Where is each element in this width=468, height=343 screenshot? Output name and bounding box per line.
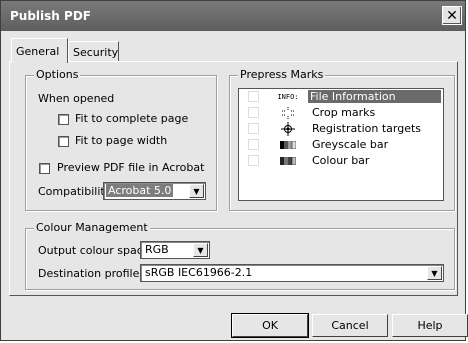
destination-profile-select[interactable]: sRGB IEC61966-2.1 ▼ [140, 264, 444, 282]
compatibility-value: Acrobat 5.0 [106, 184, 174, 197]
tab-general-label: General [16, 45, 60, 58]
registration-target-icon [275, 122, 301, 136]
output-colour-space-select[interactable]: RGB ▼ [140, 241, 210, 259]
compatibility-select[interactable]: Acrobat 5.0 ▼ [103, 182, 206, 200]
tab-security[interactable]: Security [68, 41, 119, 62]
destination-profile-label: Destination profile: [38, 267, 144, 280]
preview-pdf-checkbox[interactable] [39, 163, 50, 174]
tab-security-label: Security [73, 46, 119, 59]
title-bar[interactable]: Publish PDF ✕ [1, 1, 465, 31]
colour-bar-icon [275, 154, 301, 168]
help-label: Help [417, 319, 443, 332]
fit-page-width-checkbox[interactable] [58, 136, 69, 147]
destination-profile-value: sRGB IEC61966-2.1 [145, 266, 253, 279]
item-label: Greyscale bar [312, 138, 389, 151]
item-checkbox[interactable] [248, 91, 259, 102]
chevron-down-icon[interactable]: ▼ [193, 243, 208, 257]
tab-general[interactable]: General [11, 38, 68, 63]
list-item[interactable]: Greyscale bar [239, 137, 443, 153]
fit-complete-page-checkbox[interactable] [58, 114, 69, 125]
list-item[interactable]: INFO: File Information [239, 89, 443, 105]
cancel-label: Cancel [331, 319, 369, 332]
colour-legend: Colour Management [34, 221, 150, 234]
item-label: Colour bar [312, 154, 370, 167]
ok-label: OK [262, 319, 278, 332]
close-button[interactable]: ✕ [442, 6, 462, 25]
cancel-button[interactable]: Cancel [312, 314, 388, 337]
crop-marks-icon [275, 106, 301, 120]
item-label: File Information [308, 90, 441, 103]
item-checkbox[interactable] [248, 123, 259, 134]
chevron-down-icon[interactable]: ▼ [189, 184, 204, 198]
publish-pdf-dialog: Publish PDF ✕ General Security Options W… [0, 0, 468, 341]
item-checkbox[interactable] [248, 155, 259, 166]
output-colour-space-value: RGB [145, 243, 169, 256]
chevron-down-icon[interactable]: ▼ [427, 266, 442, 280]
info-icon: INFO: [277, 93, 299, 101]
when-opened-label: When opened [38, 92, 115, 105]
list-item[interactable]: Crop marks [239, 105, 443, 121]
help-button[interactable]: Help [392, 314, 468, 337]
output-colour-space-label: Output colour space: [38, 244, 154, 257]
fit-page-width-label: Fit to page width [75, 134, 168, 147]
greyscale-bar-icon [275, 138, 301, 152]
item-label: Registration targets [312, 122, 422, 135]
item-checkbox[interactable] [248, 139, 259, 150]
fit-complete-page-label: Fit to complete page [75, 112, 189, 125]
prepress-marks-list[interactable]: INFO: File Information Crop marks Regist… [238, 88, 444, 201]
close-icon: ✕ [446, 7, 458, 24]
item-label: Crop marks [312, 106, 376, 119]
ok-button[interactable]: OK [231, 313, 309, 338]
item-checkbox[interactable] [248, 107, 259, 118]
preview-pdf-label: Preview PDF file in Acrobat [57, 161, 205, 174]
list-item[interactable]: Colour bar [239, 153, 443, 169]
prepress-legend: Prepress Marks [238, 68, 326, 81]
window-title: Publish PDF [10, 9, 91, 23]
list-item[interactable]: Registration targets [239, 121, 443, 137]
options-legend: Options [34, 68, 81, 81]
